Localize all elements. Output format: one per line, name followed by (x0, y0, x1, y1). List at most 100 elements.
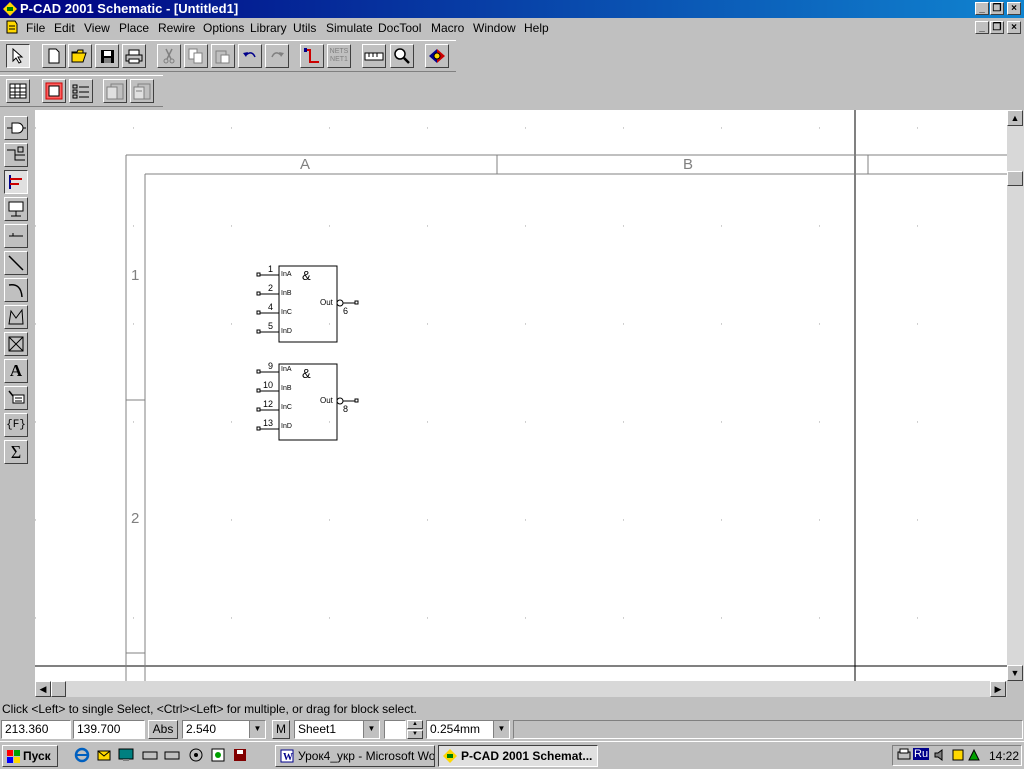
volume-icon[interactable] (933, 748, 947, 762)
place-bus-tool[interactable] (4, 170, 28, 194)
metric-toggle[interactable]: M (272, 720, 290, 739)
menu-rewire[interactable]: Rewire (158, 21, 195, 35)
report-button[interactable] (103, 79, 127, 103)
copy-button[interactable] (184, 44, 208, 68)
spreadsheet-button[interactable] (6, 79, 30, 103)
list-button[interactable] (69, 79, 93, 103)
paste-button[interactable] (211, 44, 235, 68)
spin-down-icon[interactable]: ▼ (407, 730, 423, 739)
zoom-button[interactable] (390, 44, 414, 68)
desktop-icon[interactable] (118, 747, 134, 763)
menu-library[interactable]: Library (250, 21, 287, 35)
menu-utils[interactable]: Utils (293, 21, 316, 35)
cross-probe-button[interactable] (425, 44, 449, 68)
menu-options[interactable]: Options (203, 21, 244, 35)
y-coordinate-field[interactable]: 139.700 (73, 720, 145, 739)
design-info-button[interactable] (130, 79, 154, 103)
wire-tool-button[interactable] (300, 44, 324, 68)
menu-window[interactable]: Window (473, 21, 516, 35)
cut-button[interactable] (157, 44, 181, 68)
network-icon[interactable] (188, 747, 204, 763)
new-file-button[interactable] (42, 44, 66, 68)
place-pin-tool[interactable] (4, 224, 28, 248)
task-word[interactable]: W Урок4_укр - Microsoft Word (275, 745, 435, 767)
x-coordinate-field[interactable]: 213.360 (1, 720, 71, 739)
scroll-up-button[interactable]: ▲ (1007, 110, 1023, 126)
line-width-combo[interactable]: 0.254mm ▼ (426, 720, 510, 739)
doc-close-button[interactable]: × (1007, 21, 1021, 34)
pin-name: InC (281, 309, 292, 316)
printer-tray-icon[interactable] (897, 748, 911, 762)
bus-icon (9, 175, 22, 189)
menu-view[interactable]: View (84, 21, 110, 35)
output-pin-number: 8 (343, 404, 349, 414)
schematic-canvas[interactable]: A B 1 2 & 1 2 4 5 InA InB InC InD Out 6 … (35, 110, 1007, 681)
minimize-button[interactable]: _ (975, 2, 989, 15)
abs-rel-toggle[interactable]: Abs (148, 720, 178, 739)
vertical-scrollbar[interactable]: ▲ ▼ (1007, 110, 1024, 681)
menu-doctool[interactable]: DocTool (378, 21, 421, 35)
place-polygon-tool[interactable] (4, 305, 28, 329)
menu-macro[interactable]: Macro (431, 21, 464, 35)
outlook-express-icon[interactable] (96, 747, 112, 763)
spin-up-icon[interactable]: ▲ (407, 720, 423, 729)
place-port-tool[interactable] (4, 197, 28, 221)
place-part-tool[interactable] (4, 116, 28, 140)
vertical-scroll-thumb[interactable] (1007, 171, 1023, 186)
doc-minimize-button[interactable]: _ (975, 21, 989, 34)
scroll-down-button[interactable]: ▼ (1007, 665, 1023, 681)
menu-simulate[interactable]: Simulate (326, 21, 373, 35)
task-pcad[interactable]: P-CAD 2001 Schemat... (438, 745, 598, 767)
print-button[interactable] (122, 44, 146, 68)
language-indicator[interactable]: Ru (913, 748, 930, 760)
network-tray-icon[interactable] (951, 748, 965, 762)
horizontal-scrollbar[interactable]: ◀ ▶ (35, 681, 1007, 697)
grid-size-combo[interactable]: 2.540 ▼ (182, 720, 266, 739)
restore-button[interactable]: ❐ (990, 2, 1004, 15)
pin-name: InC (281, 404, 292, 411)
menu-edit[interactable]: Edit (54, 21, 75, 35)
place-ieee-tool[interactable]: {F} (4, 413, 28, 437)
horizontal-scroll-thumb[interactable] (51, 681, 66, 697)
title-bar[interactable]: P-CAD 2001 Schematic - [Untitled1] _ ❐ × (0, 0, 1024, 18)
start-button[interactable]: Пуск (2, 745, 58, 767)
gate-symbol: & (302, 366, 311, 381)
menu-place[interactable]: Place (119, 21, 149, 35)
save-disk-icon[interactable] (232, 747, 248, 763)
output-pin-name: Out (320, 298, 333, 307)
menu-help[interactable]: Help (524, 21, 549, 35)
place-field-tool[interactable] (4, 332, 28, 356)
place-sum-tool[interactable]: Σ (4, 440, 28, 464)
place-part-button[interactable] (42, 79, 66, 103)
drive-icon[interactable] (142, 749, 158, 761)
drive-icon[interactable] (164, 749, 180, 761)
save-icon (100, 49, 114, 63)
antivirus-icon[interactable] (967, 748, 981, 762)
open-button[interactable] (68, 44, 92, 68)
sheet-combo[interactable]: Sheet1 ▼ (294, 720, 380, 739)
spin-control[interactable]: ▲ ▼ (407, 720, 423, 739)
document-icon[interactable] (4, 20, 18, 34)
internet-explorer-icon[interactable] (74, 747, 90, 763)
redo-button[interactable] (265, 44, 289, 68)
measure-button[interactable] (362, 44, 386, 68)
and-gate-u2[interactable]: & 9 10 12 13 InA InB InC InD Out 8 (257, 361, 367, 444)
layer-color-field[interactable] (384, 720, 406, 739)
scroll-left-button[interactable]: ◀ (35, 681, 51, 697)
pin-number: 13 (263, 418, 274, 428)
and-gate-u1[interactable]: & 1 2 4 5 InA InB InC InD Out 6 (257, 264, 367, 346)
close-button[interactable]: × (1007, 2, 1021, 15)
place-line-tool[interactable] (4, 251, 28, 275)
doc-restore-button[interactable]: ❐ (990, 21, 1004, 34)
place-wire-tool[interactable] (4, 143, 28, 167)
shortcut-icon[interactable] (210, 747, 226, 763)
save-button[interactable] (95, 44, 119, 68)
net-list-button[interactable]: NETS NET1 (327, 44, 351, 68)
place-text-tool[interactable]: A (4, 359, 28, 383)
place-attribute-tool[interactable] (4, 386, 28, 410)
undo-button[interactable] (238, 44, 262, 68)
select-button[interactable] (6, 44, 30, 68)
place-arc-tool[interactable] (4, 278, 28, 302)
menu-file[interactable]: File (26, 21, 45, 35)
scroll-right-button[interactable]: ▶ (990, 681, 1006, 697)
